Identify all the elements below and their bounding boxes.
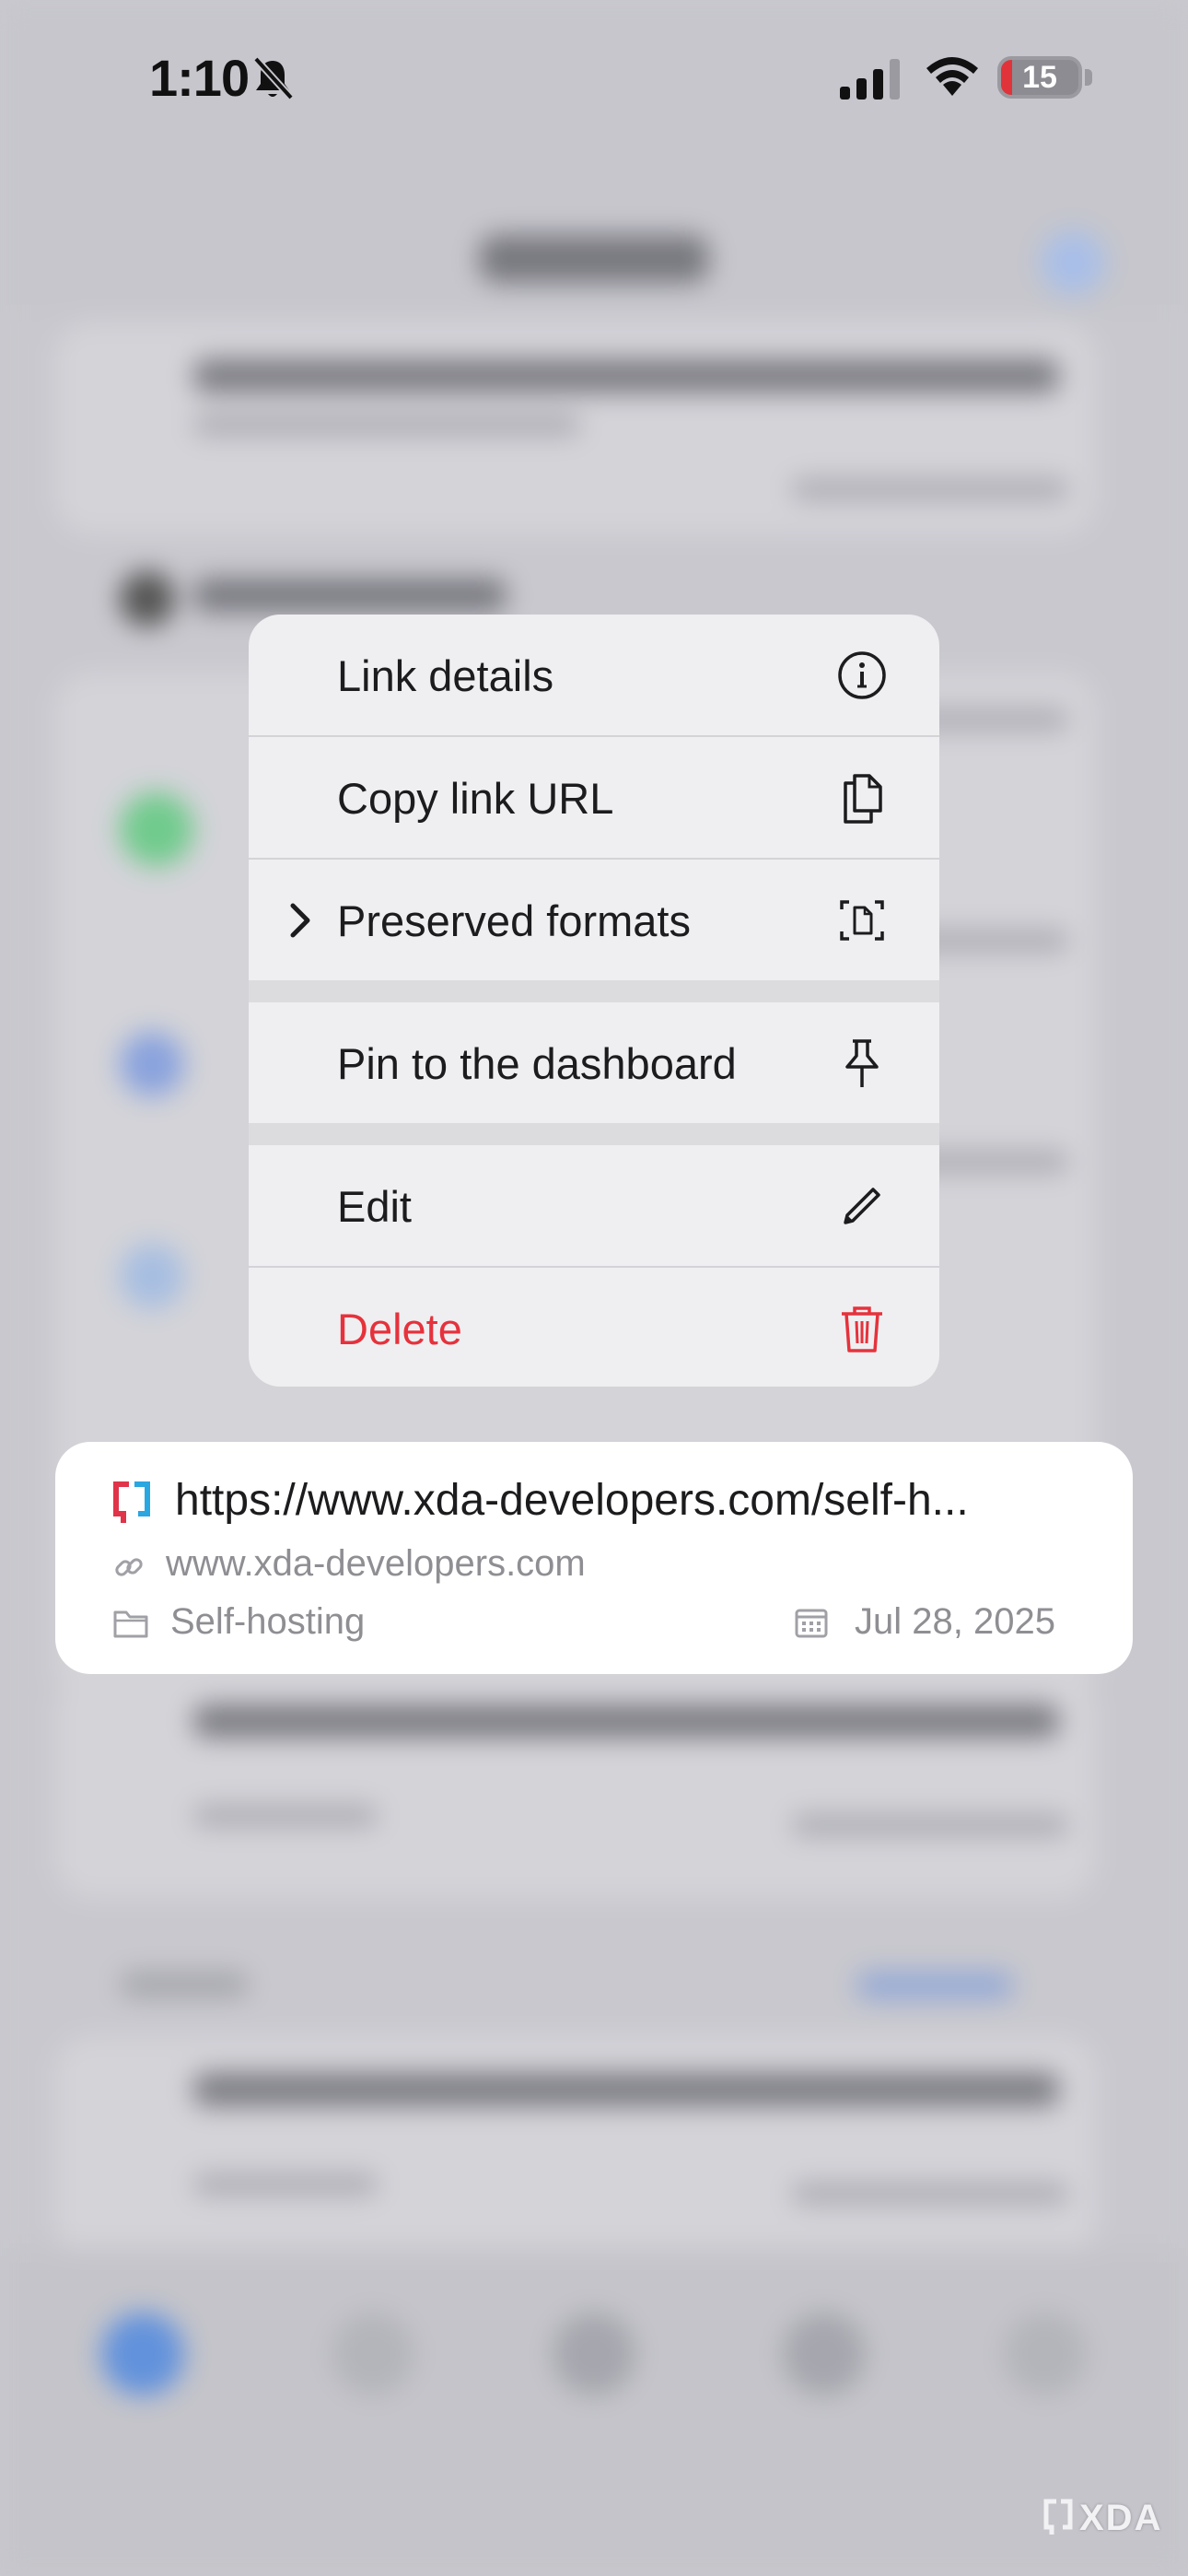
menu-item-copy-link-url[interactable]: Copy link URL bbox=[249, 737, 939, 859]
xda-logo-icon bbox=[1043, 2499, 1073, 2535]
menu-item-label: Copy link URL bbox=[337, 773, 614, 823]
menu-item-edit[interactable]: Edit bbox=[249, 1145, 939, 1267]
menu-item-link-details[interactable]: Link details bbox=[249, 615, 939, 736]
menu-item-delete[interactable]: Delete bbox=[249, 1268, 939, 1387]
link-icon bbox=[115, 1558, 143, 1576]
menu-item-label: Delete bbox=[337, 1304, 462, 1353]
watermark-text: XDA bbox=[1079, 2497, 1163, 2538]
cellular-signal-icon bbox=[840, 59, 900, 100]
bg-tab-bar bbox=[0, 2248, 1188, 2576]
link-preview-card[interactable]: https://www.xda-developers.com/self-h...… bbox=[55, 1442, 1133, 1674]
status-time: 1:10 bbox=[149, 49, 250, 107]
copy-documents-icon bbox=[844, 774, 882, 824]
battery-icon: 15 bbox=[997, 56, 1082, 99]
menu-item-label: Edit bbox=[337, 1181, 412, 1231]
info-circle-icon bbox=[838, 651, 886, 699]
menu-item-pin-to-dashboard[interactable]: Pin to the dashboard bbox=[249, 1002, 939, 1124]
bg-avatar bbox=[120, 571, 175, 626]
folder-icon bbox=[113, 1610, 148, 1638]
bg-tab bbox=[101, 2313, 184, 2395]
bg-add-button bbox=[1041, 230, 1105, 295]
trash-icon bbox=[842, 1306, 882, 1352]
menu-item-preserved-formats[interactable]: Preserved formats bbox=[249, 860, 939, 981]
menu-item-label: Pin to the dashboard bbox=[337, 1038, 737, 1088]
context-menu: Link details Copy link URL Preserved for… bbox=[249, 615, 939, 1387]
pin-icon bbox=[845, 1039, 879, 1087]
calendar-icon bbox=[795, 1609, 828, 1638]
bg-tab bbox=[783, 2313, 866, 2395]
status-bar: 1:10 15 bbox=[0, 0, 1188, 157]
wifi-icon bbox=[926, 57, 978, 96]
bg-card bbox=[55, 2036, 1096, 2257]
menu-item-label: Link details bbox=[337, 650, 554, 700]
link-domain: www.xda-developers.com bbox=[166, 1543, 586, 1584]
chevron-right-icon bbox=[290, 903, 310, 938]
link-date: Jul 28, 2025 bbox=[855, 1601, 1055, 1642]
bg-tab bbox=[553, 2313, 635, 2395]
battery-level: 15 bbox=[1022, 59, 1057, 95]
link-title: https://www.xda-developers.com/self-h... bbox=[175, 1476, 969, 1525]
bg-card bbox=[55, 1677, 1096, 1898]
bg-card bbox=[55, 322, 1096, 534]
bg-tab bbox=[1004, 2313, 1087, 2395]
xda-favicon-icon bbox=[113, 1481, 150, 1523]
pencil-icon bbox=[844, 1188, 880, 1224]
menu-item-label: Preserved formats bbox=[337, 896, 691, 945]
bg-page-title bbox=[479, 235, 709, 283]
bg-tab bbox=[332, 2313, 414, 2395]
watermark: XDA bbox=[1042, 2495, 1162, 2541]
document-viewfinder-icon bbox=[840, 900, 884, 941]
collection-name: Self-hosting bbox=[170, 1601, 366, 1642]
bell-slash-icon bbox=[253, 56, 294, 100]
battery-cap bbox=[1085, 69, 1092, 86]
